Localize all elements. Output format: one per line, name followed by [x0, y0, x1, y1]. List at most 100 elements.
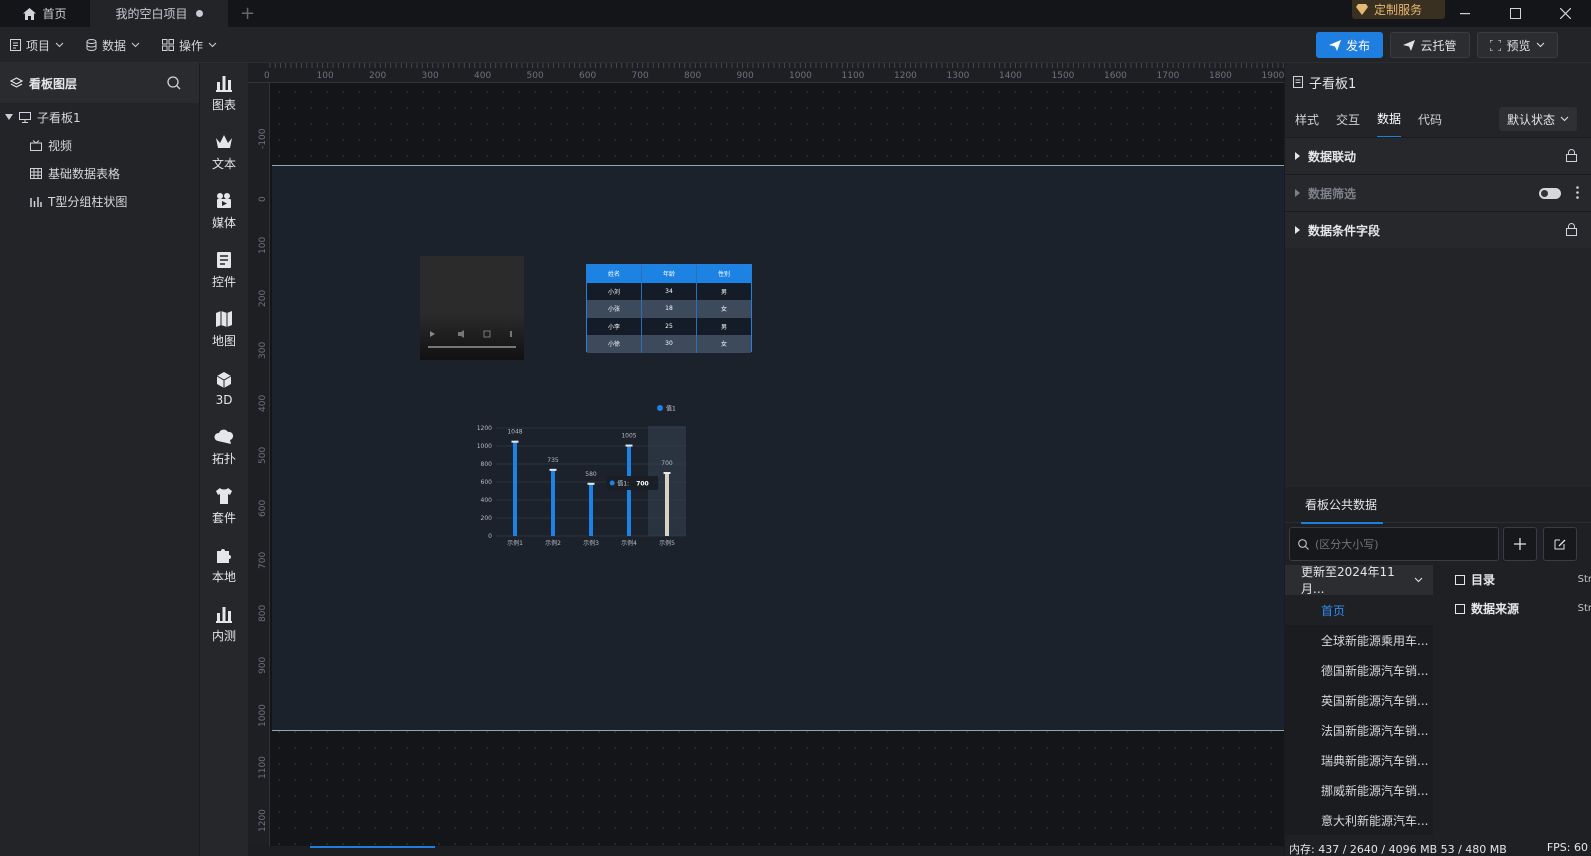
- section-data-linkage[interactable]: 数据联动: [1285, 137, 1591, 174]
- page-list-item[interactable]: 瑞典新能源汽车销...: [1285, 745, 1433, 775]
- minimize-button[interactable]: [1440, 0, 1490, 27]
- public-data-search[interactable]: [1289, 527, 1499, 561]
- sub-board[interactable]: 姓名 年龄 性别 小刘 34 男小张 18 女小李 25 男小徐 30 女 值1 0 200 400 600 8…: [272, 165, 1284, 731]
- layer-item-table[interactable]: 基础数据表格: [0, 159, 199, 187]
- y-tick-label: 800: [481, 461, 493, 468]
- cloud-host-button[interactable]: 云托管: [1390, 32, 1470, 58]
- component-kit[interactable]: 套件: [200, 478, 248, 534]
- caret-down-icon[interactable]: [5, 114, 13, 120]
- tab-code[interactable]: 代码: [1418, 102, 1442, 137]
- public-data-title[interactable]: 看板公共数据: [1301, 486, 1384, 524]
- page-list: 首页 全球新能源乘用车... 德国新能源汽车销... 英国新能源汽车销... 法国新能源…: [1285, 595, 1433, 835]
- tab-data[interactable]: 数据: [1377, 101, 1402, 138]
- component-map[interactable]: 地图: [200, 301, 248, 357]
- chevron-down-icon: [1414, 577, 1423, 583]
- chart-bar[interactable]: [551, 469, 555, 536]
- chart-legend[interactable]: 值1: [657, 405, 676, 413]
- menu-operation-label: 操作: [179, 38, 204, 53]
- custom-service-button[interactable]: 定制服务: [1352, 0, 1445, 19]
- camera-icon: [217, 193, 231, 208]
- chart-bar[interactable]: [665, 473, 669, 536]
- lock-icon[interactable]: [1566, 149, 1577, 162]
- component-chart[interactable]: 图表: [200, 65, 248, 121]
- page-list-item[interactable]: 英国新能源汽车销...: [1285, 685, 1433, 715]
- bar-cap: [549, 468, 557, 471]
- play-icon[interactable]: [430, 331, 435, 337]
- page-list-item[interactable]: 首页: [1285, 595, 1433, 625]
- tab-project[interactable]: 我的空白项目: [90, 0, 228, 27]
- scrollbar-thumb[interactable]: [310, 846, 435, 848]
- field-checkbox[interactable]: [1455, 603, 1465, 614]
- maximize-button[interactable]: [1490, 0, 1540, 27]
- section-data-condition[interactable]: 数据条件字段: [1285, 211, 1591, 248]
- new-tab-button[interactable]: +: [240, 0, 260, 27]
- tab-interaction[interactable]: 交互: [1336, 102, 1360, 137]
- component-beta[interactable]: 内测: [200, 596, 248, 652]
- table-cell: 30: [642, 335, 697, 353]
- cube-icon: [216, 371, 232, 388]
- table-header-cell[interactable]: 年龄: [642, 265, 697, 283]
- menu-data[interactable]: 数据: [86, 27, 140, 63]
- field-row[interactable]: 数据来源 Str: [1445, 594, 1591, 623]
- legend-marker: [657, 405, 663, 411]
- version-select[interactable]: 更新至2024年11月...: [1285, 565, 1433, 596]
- edit-button[interactable]: [1543, 527, 1577, 561]
- canvas-area[interactable]: 0 100 200 300 400 500 600 700 800 900 1000 1100 1200…: [248, 63, 1284, 856]
- lock-icon[interactable]: [1566, 223, 1577, 236]
- component-label: 图表: [211, 98, 236, 112]
- close-button[interactable]: [1540, 0, 1590, 27]
- page-list-item[interactable]: 挪威新能源汽车销...: [1285, 775, 1433, 805]
- preview-button[interactable]: 预览: [1477, 32, 1558, 58]
- filter-toggle[interactable]: [1539, 188, 1561, 199]
- tab-home[interactable]: 首页: [0, 0, 90, 27]
- table-header-cell[interactable]: 性别: [697, 265, 751, 283]
- layer-item-chart[interactable]: T型分组柱状图: [0, 187, 199, 215]
- search-input[interactable]: [1315, 537, 1485, 551]
- search-icon[interactable]: [167, 76, 181, 90]
- component-text[interactable]: 文本: [200, 124, 248, 180]
- table-cell: 小李: [587, 317, 642, 335]
- ruler-tick-label: 400: [258, 394, 268, 412]
- chart-bar[interactable]: [589, 483, 593, 536]
- layers-title: 看板图层: [29, 76, 78, 91]
- ruler-tick-label: 1000: [258, 703, 268, 727]
- table-header-cell[interactable]: 姓名: [587, 265, 642, 283]
- fullscreen-icon[interactable]: [483, 330, 491, 338]
- ruler-top[interactable]: 0 100 200 300 400 500 600 700 800 900 1000 1100 1200…: [248, 63, 1284, 83]
- page-list-item[interactable]: 法国新能源汽车销...: [1285, 715, 1433, 745]
- ruler-tick-label: 1200: [258, 808, 268, 832]
- page-list-item[interactable]: 德国新能源汽车销...: [1285, 655, 1433, 685]
- data-table-widget[interactable]: 姓名 年龄 性别 小刘 34 男小张 18 女小李 25 男小徐 30 女: [586, 264, 752, 353]
- bar-chart-widget[interactable]: 值1 0 200 400 600 800 1000 1200 1048 示例1 735 示例2 580 示…: [448, 396, 688, 556]
- component-topology[interactable]: 拓扑: [200, 419, 248, 475]
- add-button[interactable]: [1503, 527, 1537, 561]
- chart-bar[interactable]: [627, 445, 631, 536]
- section-data-filter[interactable]: 数据筛选: [1285, 174, 1591, 211]
- component-media[interactable]: 媒体: [200, 183, 248, 239]
- mute-icon[interactable]: [458, 330, 464, 338]
- chart-bar[interactable]: [513, 441, 517, 536]
- progress-bar[interactable]: [428, 346, 516, 348]
- layer-item-video[interactable]: 视频: [0, 131, 199, 159]
- state-select-value: 默认状态: [1507, 112, 1556, 127]
- video-widget[interactable]: [420, 256, 524, 360]
- menu-project[interactable]: 项目: [10, 27, 64, 63]
- table-cell: 小徐: [587, 335, 642, 353]
- layer-root[interactable]: 子看板1: [0, 103, 199, 131]
- publish-button[interactable]: 发布: [1316, 32, 1383, 58]
- menu-operation[interactable]: 操作: [162, 27, 217, 63]
- ruler-ticks: [269, 63, 1284, 68]
- ruler-tick-label: 800: [258, 604, 268, 622]
- component-local[interactable]: 本地: [200, 537, 248, 593]
- more-vertical-icon[interactable]: [1576, 186, 1579, 199]
- state-select[interactable]: 默认状态: [1499, 107, 1577, 131]
- page-list-item[interactable]: 意大利新能源汽车...: [1285, 805, 1433, 835]
- ruler-left[interactable]: -100 0 100 200 300 400 500 600 700 800 900 1000 1100…: [248, 83, 270, 856]
- component-3d[interactable]: 3D: [200, 360, 248, 416]
- close-icon: [1559, 8, 1571, 19]
- field-checkbox[interactable]: [1455, 574, 1465, 585]
- component-control[interactable]: 控件: [200, 242, 248, 298]
- tab-style[interactable]: 样式: [1295, 102, 1319, 137]
- field-row[interactable]: 目录 Str: [1445, 565, 1591, 594]
- page-list-item[interactable]: 全球新能源乘用车...: [1285, 625, 1433, 655]
